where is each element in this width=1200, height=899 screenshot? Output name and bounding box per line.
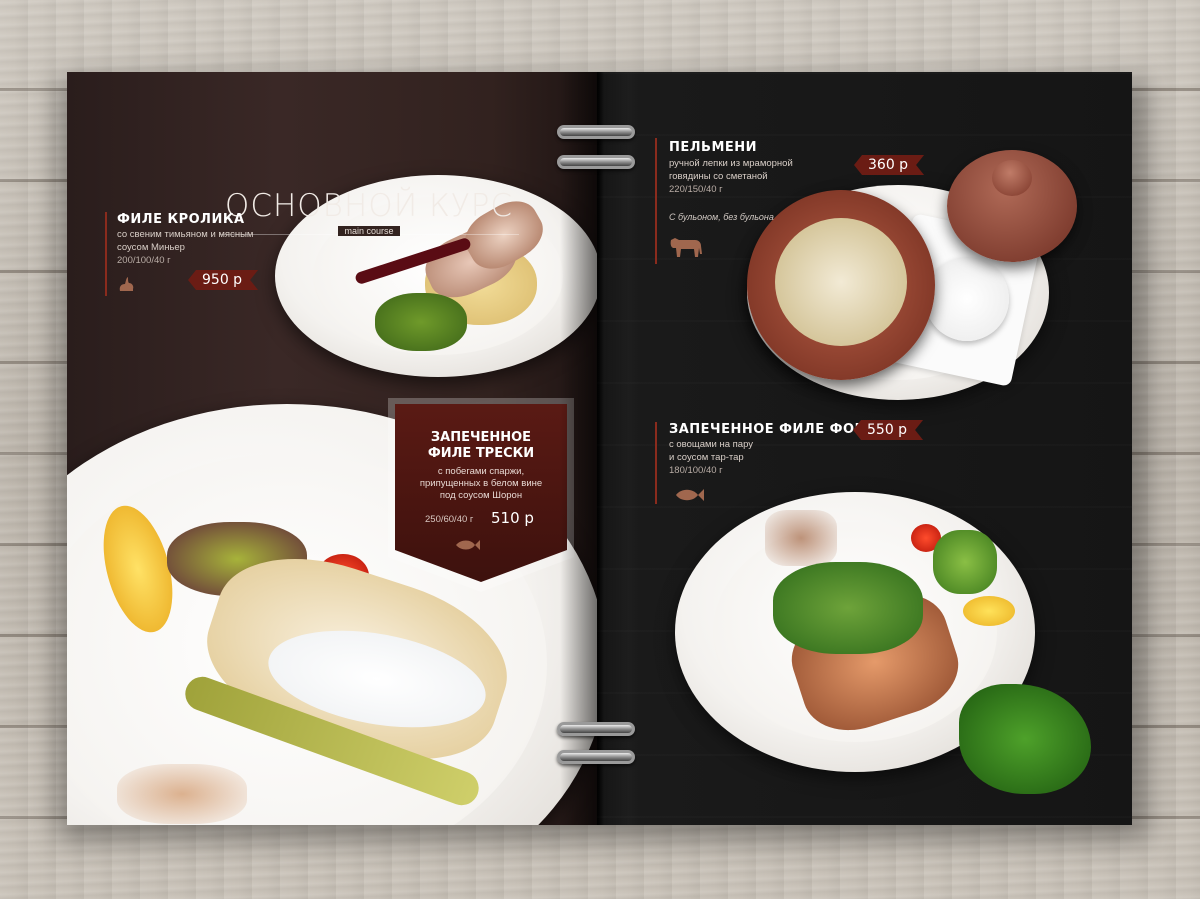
pelmeni-accent-line	[655, 138, 657, 264]
pot-lid-knob	[992, 160, 1032, 196]
pelmeni-dish-desc-2: говядины со сметаной	[669, 171, 768, 182]
fish-icon	[675, 488, 705, 507]
pelmeni-broth	[775, 218, 907, 346]
arugula-greens	[375, 293, 467, 351]
pelmeni-dish-note: С бульоном, без бульона	[669, 212, 774, 222]
section-title: ОСНОВНОЙ КУРС	[224, 188, 514, 224]
cod-dish-price: 510 р	[491, 509, 534, 527]
trout-price-tag: 550 р	[853, 420, 923, 440]
pelmeni-dish-desc-1: ручной лепки из мраморной	[669, 158, 793, 169]
pelmeni-price-tag: 360 р	[854, 155, 924, 175]
rabbit-price-tag: 950 р	[188, 270, 258, 290]
binder-ring-bottom-2	[557, 750, 635, 764]
binder-ring-top-1	[557, 125, 635, 139]
parsley-garnish	[959, 684, 1091, 794]
section-subtitle: main course	[219, 226, 519, 236]
rabbit-dish-name: ФИЛЕ КРОЛИКА	[117, 212, 245, 227]
fish-icon	[455, 538, 481, 556]
cod-dish-desc: с побегами спаржи, припущенных в белом в…	[419, 466, 543, 501]
cod-dish-name: ЗАПЕЧЕННОЕ ФИЛЕ ТРЕСКИ	[427, 430, 535, 461]
sauce-smear	[765, 510, 837, 566]
rabbit-icon	[117, 276, 135, 297]
menu-page-left: ОСНОВНОЙ КУРС main course ФИЛЕ КРОЛИКА с…	[67, 72, 597, 825]
lemon-wedge	[963, 596, 1015, 626]
pelmeni-dish-name: ПЕЛЬМЕНИ	[669, 140, 758, 155]
binder-ring-bottom-1	[557, 722, 635, 736]
rabbit-dish-desc-2: соусом Миньер	[117, 242, 185, 253]
sauce-smear	[117, 764, 247, 824]
trout-dish-weight: 180/100/40 г	[669, 465, 723, 476]
cod-dish-weight: 250/60/40 г	[425, 514, 474, 525]
salad-greens	[933, 530, 997, 594]
trout-accent-line	[655, 422, 657, 504]
menu-page-right: ПЕЛЬМЕНИ ручной лепки из мраморной говяд…	[597, 72, 1132, 825]
rabbit-dish-weight: 200/100/40 г	[117, 255, 171, 266]
trout-dish-desc-1: с овощами на пару	[669, 439, 753, 450]
cow-icon	[669, 236, 703, 263]
sour-cream-bowl	[925, 257, 1009, 341]
steamed-vegetables	[773, 562, 923, 654]
rabbit-accent-line	[105, 212, 107, 296]
rabbit-dish-desc-1: со свеним тимьяном и мясным	[117, 229, 254, 240]
pelmeni-dish-weight: 220/150/40 г	[669, 184, 723, 195]
trout-dish-desc-2: и соусом тар-тар	[669, 452, 744, 463]
binder-ring-top-2	[557, 155, 635, 169]
